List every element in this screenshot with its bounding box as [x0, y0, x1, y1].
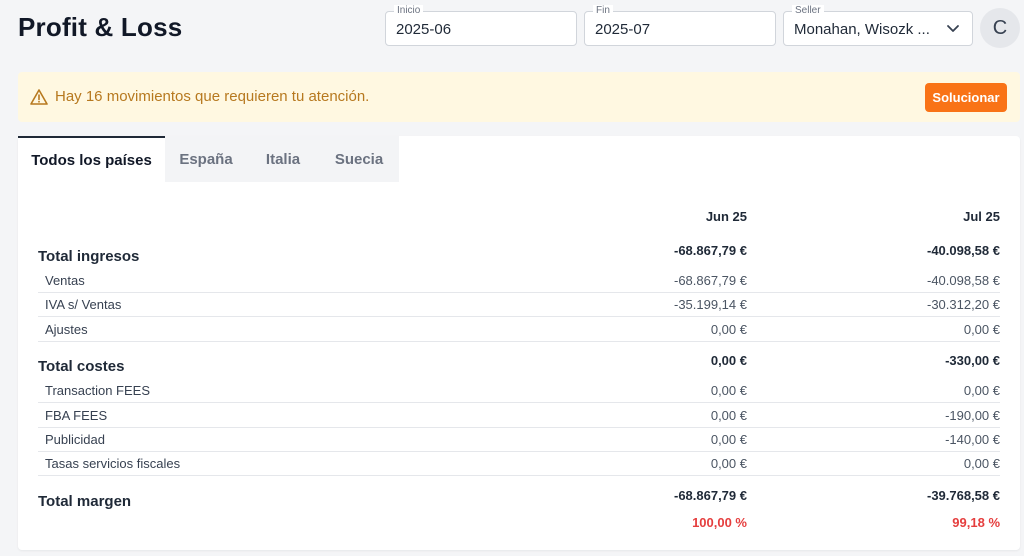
row-value-jul: -30.312,20 €	[926, 297, 1000, 312]
start-date-label: Inicio	[394, 5, 424, 17]
table-row: IVA s/ Ventas -35.199,14 € -30.312,20 €	[38, 293, 1000, 317]
column-header-jul: Jul 25	[963, 209, 1000, 224]
page-title: Profit & Loss	[18, 12, 183, 42]
row-label: IVA s/ Ventas	[45, 297, 122, 312]
total-ingresos-row: Total ingresos -68.867,79 € -40.098,58 €	[38, 243, 1000, 267]
row-value-jun: 0,00 €	[710, 353, 747, 368]
total-margen-row: Total margen -68.867,79 € -39.768,58 €	[38, 488, 1000, 512]
seller-value[interactable]: Monahan, Wisozk ...	[794, 21, 934, 38]
row-value-jul: -330,00 €	[945, 353, 1000, 368]
row-value-jun: -68.867,79 €	[673, 273, 747, 288]
chevron-down-icon[interactable]	[946, 21, 960, 35]
pnl-card: Todos los países España Italia Suecia Ju…	[18, 136, 1020, 550]
start-date-value[interactable]: 2025-06	[396, 21, 451, 38]
row-value-jun: -68.867,79 €	[673, 243, 747, 258]
row-label: Transaction FEES	[45, 383, 151, 398]
row-value-jun: 0,00 €	[710, 432, 747, 447]
avatar[interactable]: C	[980, 8, 1020, 48]
row-label: Ventas	[45, 273, 85, 288]
column-header-jun: Jun 25	[705, 209, 747, 224]
row-value-jul: -40.098,58 €	[926, 273, 1000, 288]
end-date-field[interactable]: Fin 2025-07	[584, 5, 776, 46]
row-value-jul: 0,00 €	[963, 383, 1000, 398]
row-value-jun: 0,00 €	[710, 383, 747, 398]
tab-italy[interactable]: Italia	[247, 136, 319, 182]
margin-percent-row: 100,00 % 99,18 %	[38, 515, 1000, 535]
row-value-jul: -140,00 €	[945, 432, 1000, 447]
row-label: Tasas servicios fiscales	[45, 456, 181, 471]
row-value-jul: 0,00 €	[963, 456, 1000, 471]
row-value-jun: -68.867,79 €	[673, 488, 747, 503]
row-value-jul: 0,00 €	[963, 322, 1000, 337]
start-date-field[interactable]: Inicio 2025-06	[385, 5, 577, 46]
row-value-jul: -40.098,58 €	[926, 243, 1000, 258]
fix-button[interactable]: Solucionar	[925, 83, 1007, 112]
row-value-jul: -190,00 €	[945, 408, 1000, 423]
attention-alert: Hay 16 movimientos que requieren tu aten…	[18, 72, 1020, 122]
row-label: Ajustes	[45, 322, 88, 337]
table-row: Ajustes 0,00 € 0,00 €	[38, 318, 1000, 342]
row-label: FBA FEES	[45, 408, 108, 423]
row-value-jun: -35.199,14 €	[673, 297, 747, 312]
table-row: Publicidad 0,00 € -140,00 €	[38, 428, 1000, 452]
table-row: Ventas -68.867,79 € -40.098,58 €	[38, 269, 1000, 293]
tab-spain[interactable]: España	[165, 136, 247, 182]
tab-all-countries[interactable]: Todos los países	[18, 136, 165, 182]
row-label: Total ingresos	[38, 248, 140, 265]
seller-label: Seller	[792, 5, 824, 17]
column-header-row: Jun 25 Jul 25	[38, 209, 1000, 229]
end-date-value[interactable]: 2025-07	[595, 21, 650, 38]
end-date-label: Fin	[593, 5, 613, 17]
row-value-jul: -39.768,58 €	[926, 488, 1000, 503]
margin-percent-jun: 100,00 %	[692, 515, 747, 530]
row-label: Total margen	[38, 493, 132, 510]
total-costes-row: Total costes 0,00 € -330,00 €	[38, 353, 1000, 377]
country-tabs: Todos los países España Italia Suecia	[18, 136, 399, 182]
row-label: Publicidad	[45, 432, 105, 447]
seller-select[interactable]: Seller Monahan, Wisozk ...	[783, 5, 973, 46]
row-value-jun: 0,00 €	[710, 456, 747, 471]
table-row: Transaction FEES 0,00 € 0,00 €	[38, 379, 1000, 403]
row-value-jun: 0,00 €	[710, 322, 747, 337]
margin-percent-jul: 99,18 %	[952, 515, 1000, 530]
row-label: Total costes	[38, 358, 125, 375]
warning-icon	[30, 89, 48, 105]
tab-sweden[interactable]: Suecia	[319, 136, 399, 182]
row-value-jun: 0,00 €	[710, 408, 747, 423]
table-row: Tasas servicios fiscales 0,00 € 0,00 €	[38, 452, 1000, 476]
alert-message: Hay 16 movimientos que requieren tu aten…	[55, 88, 370, 105]
table-row: FBA FEES 0,00 € -190,00 €	[38, 404, 1000, 428]
